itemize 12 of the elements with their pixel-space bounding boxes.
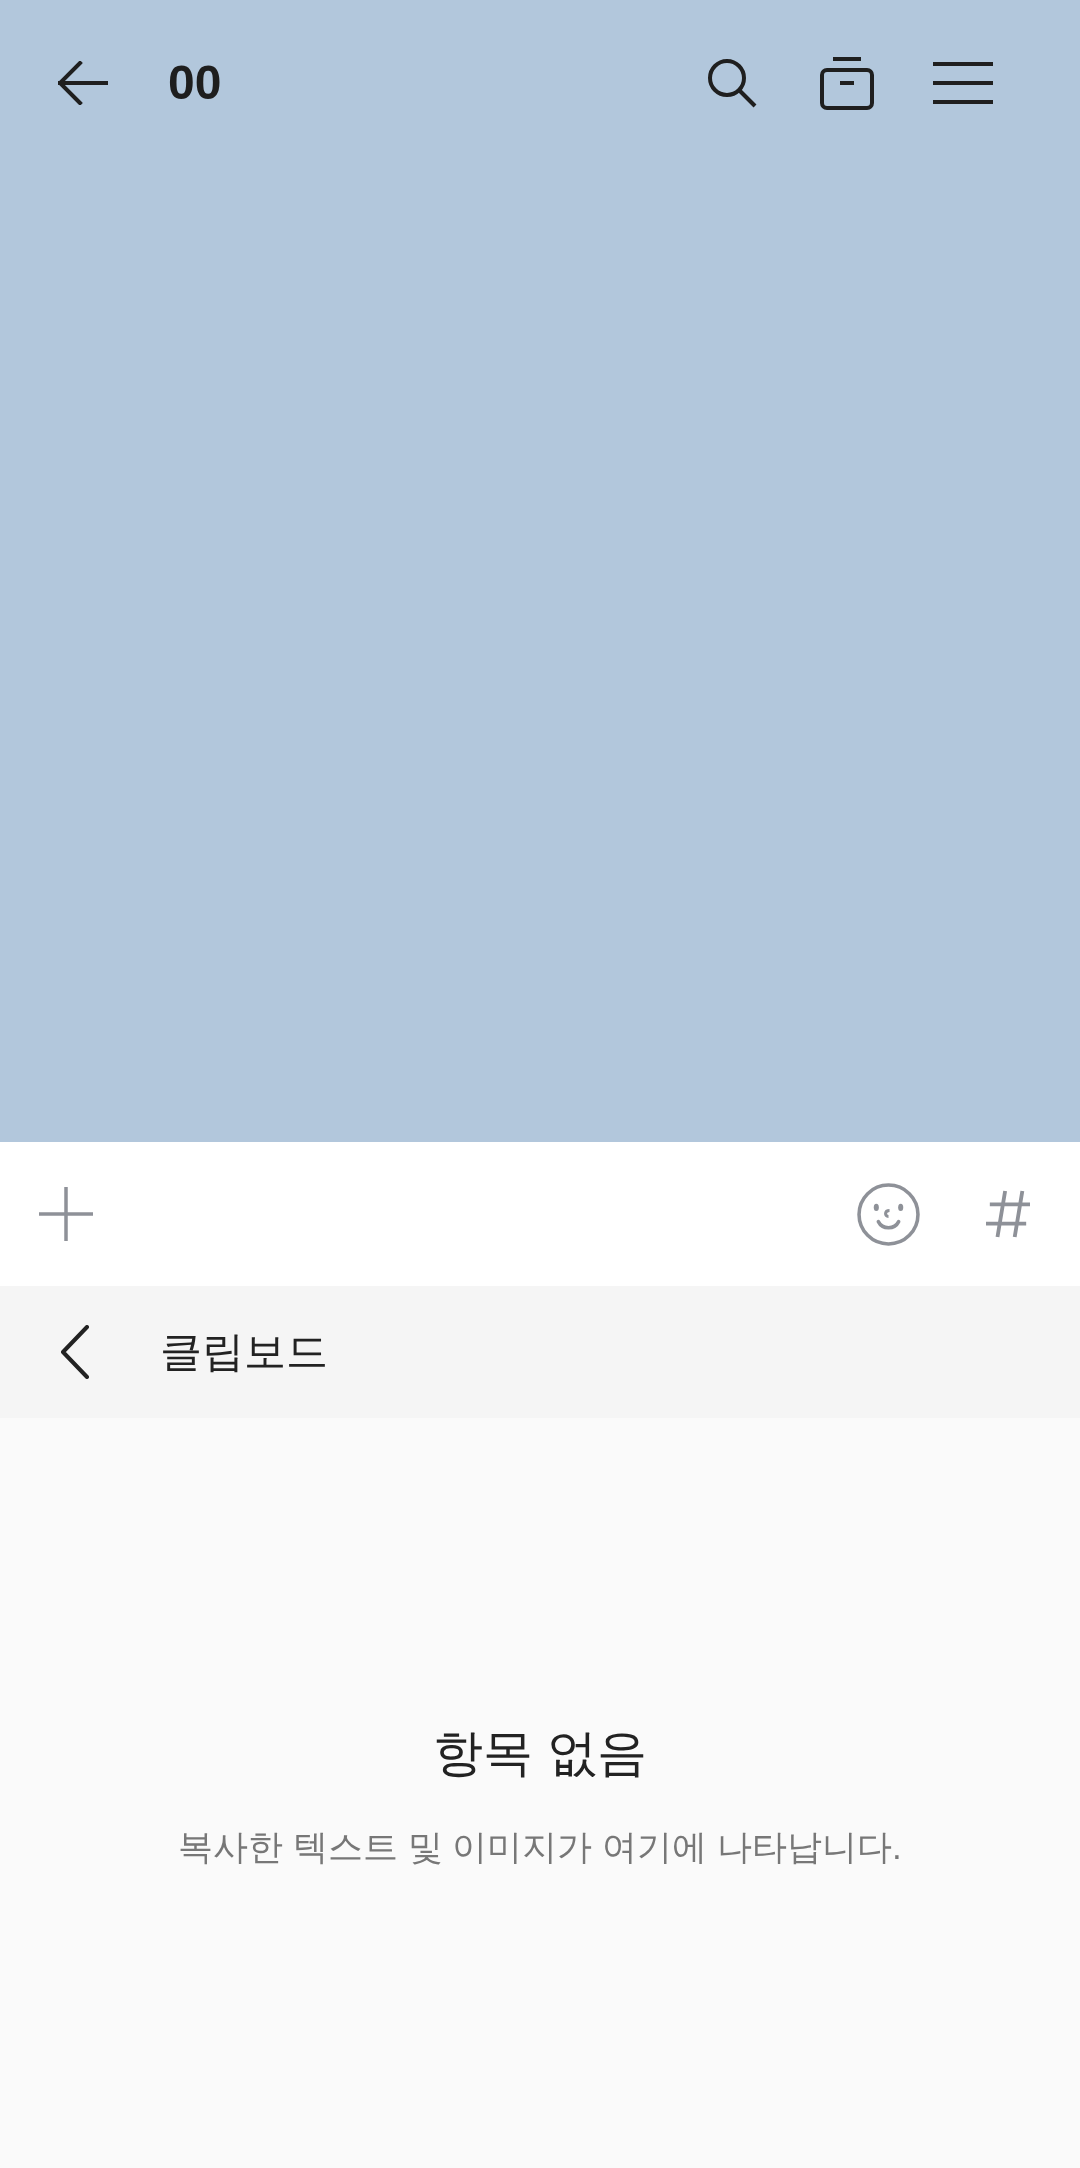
hashtag-icon[interactable] bbox=[986, 1190, 1030, 1238]
back-arrow-icon[interactable] bbox=[58, 61, 108, 105]
empty-title: 항목 없음 bbox=[433, 1724, 647, 1783]
smiley-icon[interactable] bbox=[857, 1182, 920, 1246]
search-icon[interactable] bbox=[707, 58, 757, 108]
chat-title: 00 bbox=[168, 59, 222, 107]
plus-icon[interactable] bbox=[39, 1187, 93, 1241]
clipboard-title: 클립보드 bbox=[160, 1331, 328, 1373]
empty-message: 복사한 텍스트 및 이미지가 여기에 나타납니다. bbox=[178, 1825, 902, 1868]
box-icon[interactable] bbox=[819, 56, 875, 110]
chevron-left-icon[interactable] bbox=[60, 1325, 90, 1379]
menu-icon[interactable] bbox=[933, 62, 993, 104]
